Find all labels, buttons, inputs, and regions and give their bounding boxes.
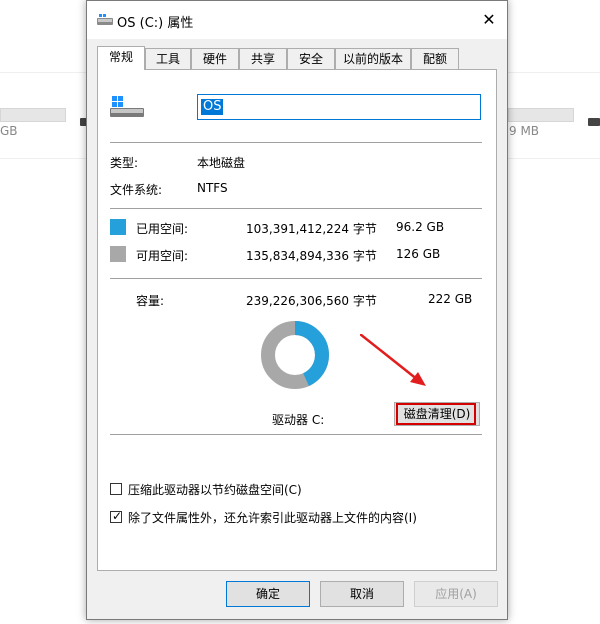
ok-button[interactable]: 确定 <box>226 581 310 607</box>
used-space-size: 96.2 GB <box>396 220 445 234</box>
tab-security[interactable]: 安全 <box>287 48 335 69</box>
used-space-swatch <box>110 219 126 235</box>
capacity-size: 222 GB <box>428 292 473 306</box>
index-checkbox[interactable]: ✓ <box>110 509 123 523</box>
compress-checkbox[interactable] <box>110 483 122 495</box>
separator <box>110 142 482 143</box>
capacity-bytes: 239,226,306,560 字节 <box>246 294 377 308</box>
used-space-bytes: 103,391,412,224 字节 <box>246 222 377 236</box>
background-size-right: 9 MB <box>509 124 540 138</box>
free-space-size: 126 GB <box>396 247 441 261</box>
free-space-label: 可用空间: <box>136 249 189 263</box>
filesystem-value: NTFS <box>197 181 228 195</box>
background-drive-icon-right <box>588 118 600 126</box>
separator <box>110 434 482 435</box>
filesystem-label: 文件系统: <box>110 183 163 197</box>
properties-dialog: OS (C:) 属性 ✕ 常规 工具 硬件 共享 安全 以前的版本 配额 OS … <box>86 0 508 620</box>
index-label[interactable]: 除了文件属性外，还允许索引此驱动器上文件的内容(I) <box>128 509 417 526</box>
close-button[interactable]: ✕ <box>477 9 501 31</box>
checkmark-icon: ✓ <box>112 509 123 523</box>
cancel-button[interactable]: 取消 <box>320 581 404 607</box>
drive-name-value: OS <box>201 99 224 115</box>
separator <box>110 278 482 279</box>
disk-usage-donut <box>261 321 329 389</box>
hard-drive-icon <box>110 96 144 117</box>
tab-previous-versions[interactable]: 以前的版本 <box>335 48 411 69</box>
general-panel: OS 类型: 本地磁盘 文件系统: NTFS 已用空间: 103,391,412… <box>97 69 497 571</box>
background-progress-right <box>508 108 574 122</box>
tab-sharing[interactable]: 共享 <box>239 48 287 69</box>
tab-hardware[interactable]: 硬件 <box>191 48 239 69</box>
cleanup-highlight-box <box>396 403 476 425</box>
capacity-label: 容量: <box>136 294 165 308</box>
tab-tools[interactable]: 工具 <box>145 48 191 69</box>
title-bar[interactable]: OS (C:) 属性 ✕ <box>87 1 507 39</box>
free-space-swatch <box>110 246 126 262</box>
drive-letter-label: 驱动器 C: <box>272 413 325 427</box>
tab-quota[interactable]: 配额 <box>411 48 459 69</box>
compress-label[interactable]: 压缩此驱动器以节约磁盘空间(C) <box>128 481 302 498</box>
window-title: OS (C:) 属性 <box>117 16 194 31</box>
type-label: 类型: <box>110 156 139 170</box>
tab-general[interactable]: 常规 <box>97 46 145 70</box>
drive-icon <box>97 14 113 25</box>
type-value: 本地磁盘 <box>197 156 246 170</box>
background-size-left: GB <box>0 124 18 138</box>
separator <box>110 208 482 209</box>
used-space-label: 已用空间: <box>136 222 189 236</box>
drive-name-input[interactable]: OS <box>197 94 481 120</box>
annotation-arrow <box>360 334 426 386</box>
free-space-bytes: 135,834,894,336 字节 <box>246 249 377 263</box>
background-progress-left <box>0 108 66 122</box>
apply-button[interactable]: 应用(A) <box>414 581 498 607</box>
